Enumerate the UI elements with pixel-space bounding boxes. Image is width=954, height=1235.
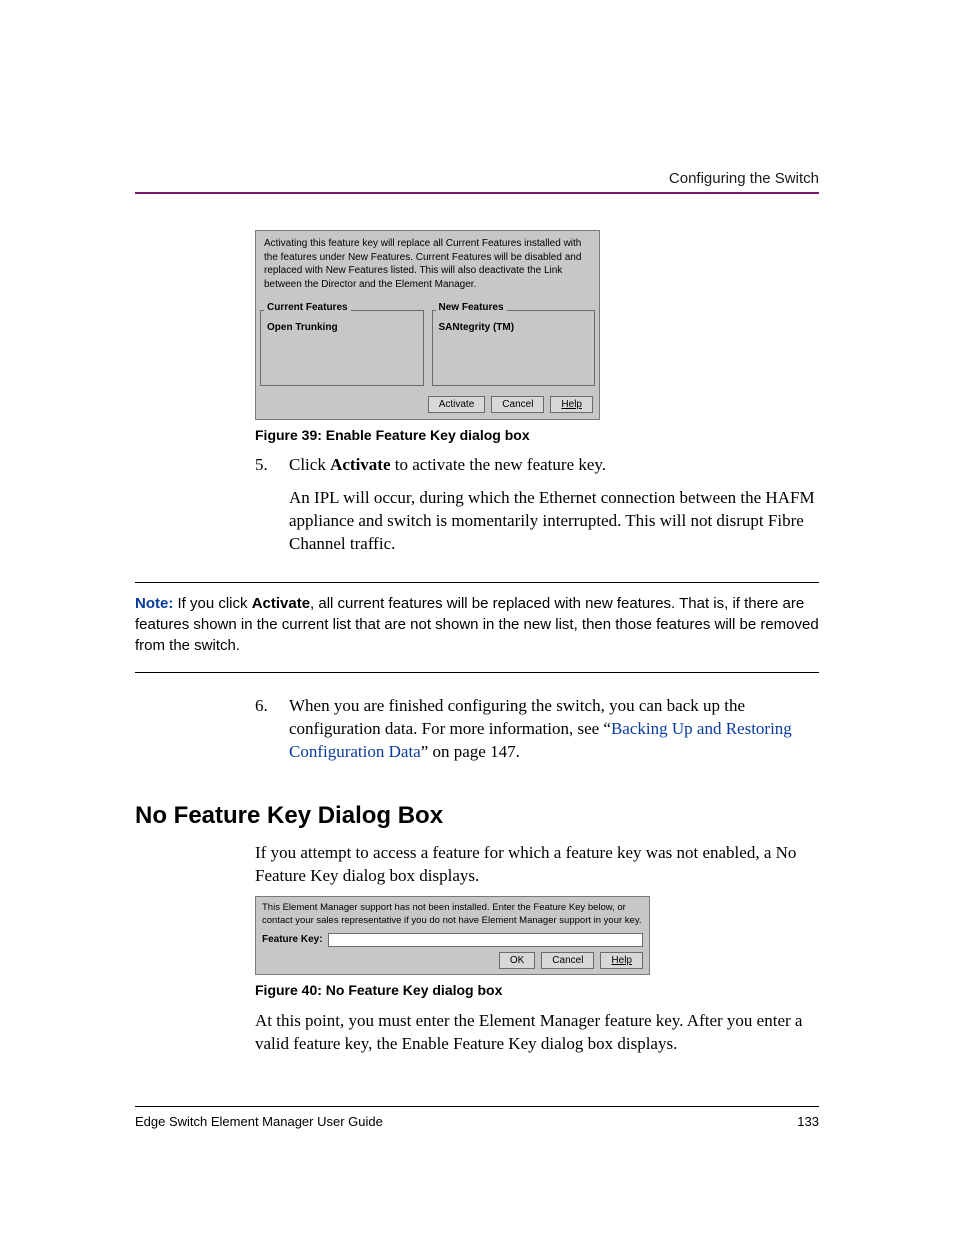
step-5-paragraph-2: An IPL will occur, during which the Ethe… <box>289 487 819 556</box>
footer-rule <box>135 1106 819 1107</box>
cancel-button[interactable]: Cancel <box>541 952 594 969</box>
no-feature-dialog-message: This Element Manager support has not bee… <box>262 902 643 928</box>
step-5-text-a: Click <box>289 455 330 474</box>
note-divider-bottom <box>135 672 819 673</box>
enable-feature-key-dialog: Activating this feature key will replace… <box>255 230 600 420</box>
step-5: 5. Click Activate to activate the new fe… <box>255 454 819 566</box>
dialog-warning-text: Activating this feature key will replace… <box>256 231 599 299</box>
current-features-label: Current Features <box>264 301 351 315</box>
cancel-button[interactable]: Cancel <box>491 396 544 413</box>
ok-button[interactable]: OK <box>499 952 535 969</box>
new-feature-item: SANtegrity (TM) <box>439 322 515 333</box>
step-6: 6. When you are finished configuring the… <box>255 695 819 774</box>
no-feature-key-dialog: This Element Manager support has not bee… <box>255 896 650 975</box>
no-feature-intro: If you attempt to access a feature for w… <box>255 842 819 888</box>
figure-40-caption: Figure 40: No Feature Key dialog box <box>255 981 819 1000</box>
step-number: 5. <box>255 454 275 566</box>
step-5-strong: Activate <box>330 455 390 474</box>
new-features-list: SANtegrity (TM) <box>432 310 596 386</box>
footer-guide-title: Edge Switch Element Manager User Guide <box>135 1114 383 1129</box>
page-number: 133 <box>797 1114 819 1129</box>
note-text-a: If you click <box>178 595 252 612</box>
step-5-text-c: to activate the new feature key. <box>391 455 607 474</box>
note-divider-top <box>135 582 819 583</box>
current-feature-item: Open Trunking <box>267 322 338 333</box>
note-block: Note: If you click Activate, all current… <box>135 593 819 656</box>
help-button[interactable]: Help <box>600 952 643 969</box>
feature-key-label: Feature Key: <box>262 933 323 947</box>
page-content: Activating this feature key will replace… <box>255 230 819 1056</box>
new-features-label: New Features <box>436 301 507 315</box>
feature-key-input[interactable] <box>328 933 643 947</box>
help-button[interactable]: Help <box>550 396 593 413</box>
step-number: 6. <box>255 695 275 774</box>
figure-39-caption: Figure 39: Enable Feature Key dialog box <box>255 426 819 445</box>
section-heading-no-feature-key: No Feature Key Dialog Box <box>135 800 819 832</box>
activate-button[interactable]: Activate <box>428 396 486 413</box>
header-rule <box>135 192 819 194</box>
note-strong: Activate <box>252 595 310 612</box>
note-label: Note: <box>135 595 178 612</box>
closing-paragraph: At this point, you must enter the Elemen… <box>255 1010 819 1056</box>
running-header: Configuring the Switch <box>669 170 819 187</box>
current-features-list: Open Trunking <box>260 310 424 386</box>
step-6-text-b: ” on page 147. <box>421 742 520 761</box>
